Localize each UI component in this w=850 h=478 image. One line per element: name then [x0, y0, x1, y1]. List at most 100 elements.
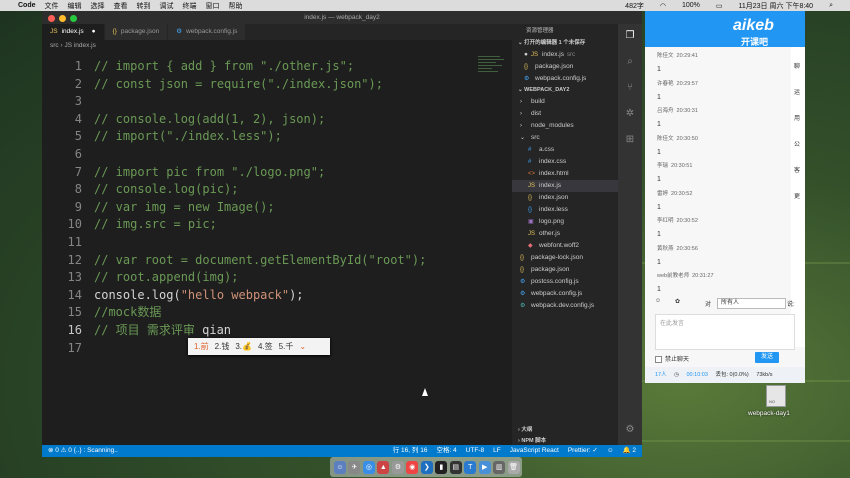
- menu-help[interactable]: 帮助: [229, 1, 243, 11]
- code-line[interactable]: 12 // var root = document.getElementById(…: [42, 252, 427, 270]
- ime-candidate[interactable]: 3.💰: [235, 342, 252, 351]
- checkbox-icon[interactable]: [655, 355, 662, 363]
- project-header[interactable]: ⌄ WEBPACK_DAY2: [512, 85, 618, 96]
- desktop-icon-label[interactable]: webpack-day1: [748, 410, 790, 417]
- open-editor-item[interactable]: ⚙ webpack.config.js: [512, 73, 618, 85]
- emoji-icon[interactable]: ☺: [655, 298, 661, 304]
- trash-icon[interactable]: 🗑: [507, 460, 520, 474]
- tab-package-json[interactable]: {} package.json: [104, 24, 168, 40]
- open-editor-item[interactable]: {} package.json: [512, 61, 618, 73]
- send-button[interactable]: 发送: [755, 352, 779, 363]
- file-tree-item[interactable]: ⚙ postcss.config.js: [512, 276, 618, 288]
- vscode-icon[interactable]: ❯: [420, 460, 433, 474]
- status-item[interactable]: LF: [493, 445, 501, 457]
- ime-candidate[interactable]: 2.钱: [215, 341, 230, 352]
- safari-icon[interactable]: ◎: [362, 460, 375, 474]
- file-tree-item[interactable]: JS other.js: [512, 228, 618, 240]
- problems-status[interactable]: ⊗ 0 ⚠ 0 {..} : Scanning..: [48, 445, 118, 457]
- side-menu-item[interactable]: 更: [794, 191, 800, 200]
- extensions-icon[interactable]: ⊞: [624, 134, 636, 146]
- code-line[interactable]: 8 // console.log(pic);: [42, 181, 239, 199]
- file-tree-item[interactable]: ◆ webfont.woff2: [512, 240, 618, 252]
- code-line[interactable]: 7 // import pic from "./logo.png";: [42, 164, 325, 182]
- app-icon[interactable]: ▲: [377, 460, 390, 474]
- code-line[interactable]: 6: [42, 146, 94, 164]
- battery-icon[interactable]: ▭: [716, 2, 723, 10]
- status-item[interactable]: ☺: [607, 445, 614, 457]
- file-tree-item[interactable]: ⚙ webpack.dev.config.js: [512, 300, 618, 312]
- menu-debug[interactable]: 调试: [160, 1, 174, 11]
- side-menu-item[interactable]: 运: [794, 87, 800, 96]
- side-menu-item[interactable]: 公: [794, 139, 800, 148]
- tab-webpack-config[interactable]: ⚙ webpack.config.js: [168, 24, 246, 40]
- chat-input[interactable]: 在此发言: [655, 314, 795, 350]
- side-menu-item[interactable]: 客: [794, 165, 800, 174]
- code-line[interactable]: 2 // const json = require("./index.json")…: [42, 76, 383, 94]
- text-icon[interactable]: T: [464, 460, 477, 474]
- code-line[interactable]: 16 // 项目 需求评审 qian: [42, 322, 231, 340]
- side-menu-item[interactable]: 用: [794, 113, 800, 122]
- code-line[interactable]: 14 console.log("hello webpack");: [42, 287, 304, 305]
- chrome-icon[interactable]: ◉: [406, 460, 419, 474]
- outline-header[interactable]: › 大纲: [512, 425, 618, 436]
- tab-index-js[interactable]: JS index.js ●: [42, 24, 104, 40]
- file-tree-item[interactable]: {} index.json: [512, 192, 618, 204]
- file-tree-item[interactable]: › node_modules: [512, 120, 618, 132]
- menu-file[interactable]: 文件: [45, 1, 59, 11]
- menu-terminal[interactable]: 终端: [183, 1, 197, 11]
- code-line[interactable]: 17: [42, 340, 94, 358]
- unsaved-dot-icon[interactable]: ●: [524, 51, 528, 58]
- file-tree-item[interactable]: {} index.less: [512, 204, 618, 216]
- debug-icon[interactable]: ✲: [624, 108, 636, 120]
- file-tree-item[interactable]: › dist: [512, 108, 618, 120]
- search-icon[interactable]: ⌕: [829, 2, 833, 10]
- terminal-icon[interactable]: ▮: [435, 460, 448, 474]
- code-line[interactable]: 9 // var img = new Image();: [42, 199, 275, 217]
- menu-edit[interactable]: 编辑: [68, 1, 82, 11]
- menu-go[interactable]: 转到: [137, 1, 151, 11]
- file-tree-item[interactable]: › build: [512, 96, 618, 108]
- code-line[interactable]: 10 // img.src = pic;: [42, 216, 217, 234]
- app-menu[interactable]: Code: [18, 2, 36, 9]
- code-line[interactable]: 5 // import("./index.less");: [42, 128, 282, 146]
- file-tree-item[interactable]: <> index.html: [512, 168, 618, 180]
- ime-candidate[interactable]: 4.签: [258, 341, 273, 352]
- app-icon[interactable]: ▤: [449, 460, 462, 474]
- folder-icon[interactable]: NO: [766, 385, 786, 407]
- file-tree-item[interactable]: {} package-lock.json: [512, 252, 618, 264]
- code-line[interactable]: 1 // import { add } from "./other.js";: [42, 58, 354, 76]
- status-item[interactable]: JavaScript React: [510, 445, 559, 457]
- code-editor[interactable]: 1 // import { add } from "./other.js"; 2 //…: [42, 54, 512, 446]
- unsaved-dot-icon[interactable]: ●: [92, 24, 96, 40]
- close-window-button[interactable]: [48, 15, 55, 22]
- side-menu-item[interactable]: 聊: [794, 61, 800, 70]
- code-line[interactable]: 13 // root.append(img);: [42, 269, 239, 287]
- flower-icon[interactable]: ✿: [675, 298, 680, 305]
- open-editor-item[interactable]: ● JS index.js src: [512, 49, 618, 61]
- code-line[interactable]: 3: [42, 93, 94, 111]
- gear-icon[interactable]: ⚙: [624, 424, 636, 436]
- file-tree-item[interactable]: ⌄ src: [512, 132, 618, 144]
- finder-icon[interactable]: ☺: [334, 460, 346, 474]
- status-item[interactable]: UTF-8: [466, 445, 484, 457]
- menu-view[interactable]: 查看: [114, 1, 128, 11]
- media-icon[interactable]: ▶: [478, 460, 491, 474]
- settings-icon[interactable]: ⚙: [391, 460, 404, 474]
- status-item[interactable]: 空格: 4: [436, 445, 456, 457]
- breadcrumb[interactable]: src › JS index.js: [42, 40, 96, 52]
- file-tree-item[interactable]: ▣ logo.png: [512, 216, 618, 228]
- file-tree-item[interactable]: # index.css: [512, 156, 618, 168]
- open-editors-header[interactable]: ⌄ 打开的编辑器 1 个未保存: [512, 38, 618, 49]
- status-item[interactable]: Prettier: ✓: [568, 445, 598, 457]
- menu-select[interactable]: 选择: [91, 1, 105, 11]
- file-tree-item[interactable]: # a.css: [512, 144, 618, 156]
- zoom-window-button[interactable]: [70, 15, 77, 22]
- status-item[interactable]: 🔔 2: [622, 445, 636, 457]
- wifi-icon[interactable]: ◠: [660, 2, 666, 10]
- ime-candidate[interactable]: 1.前: [194, 341, 209, 352]
- ime-candidate[interactable]: 5.千: [279, 341, 294, 352]
- search-icon[interactable]: ⌕: [624, 56, 636, 68]
- launchpad-icon[interactable]: ✈: [348, 460, 361, 474]
- menu-window[interactable]: 窗口: [206, 1, 220, 11]
- minimap[interactable]: [478, 54, 508, 82]
